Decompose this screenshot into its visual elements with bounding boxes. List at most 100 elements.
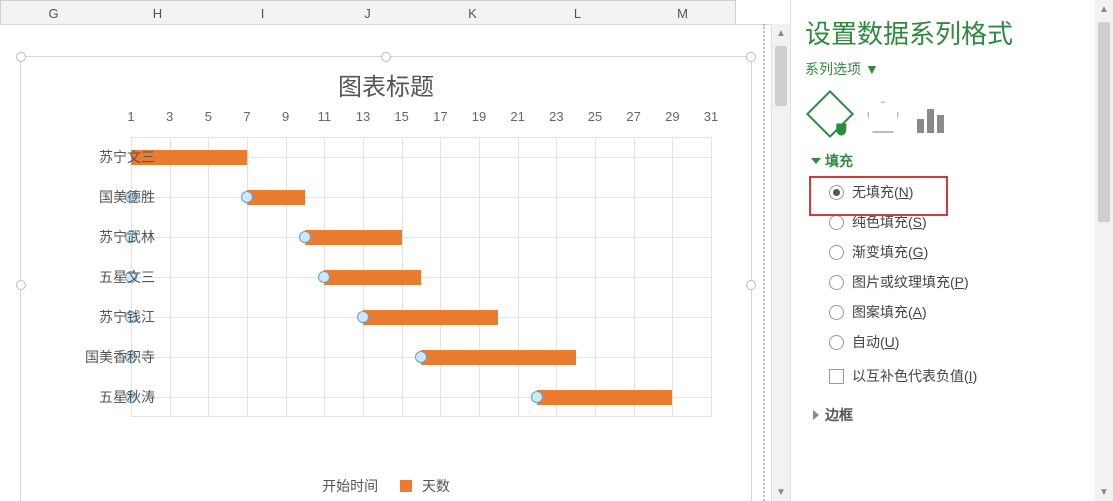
bar-segment[interactable] — [324, 270, 421, 285]
category-label: 苏宁钱江 — [25, 307, 155, 327]
resize-handle[interactable] — [746, 52, 756, 62]
x-tick: 5 — [205, 109, 212, 124]
scroll-up-icon[interactable]: ▲ — [1095, 0, 1113, 18]
legend-swatch — [400, 480, 412, 492]
worksheet-area[interactable]: 图表标题 135791113151719212325272931 苏宁文三国美德… — [0, 24, 780, 500]
series-options-tab-icon[interactable] — [917, 109, 944, 133]
bar-segment[interactable] — [247, 190, 305, 205]
scroll-thumb[interactable] — [775, 46, 787, 106]
x-tick: 3 — [166, 109, 173, 124]
grid-line — [131, 197, 711, 198]
resize-handle[interactable] — [381, 52, 391, 62]
x-axis[interactable]: 135791113151719212325272931 — [131, 109, 711, 133]
category-label: 五星文三 — [25, 267, 155, 287]
resize-handle[interactable] — [16, 52, 26, 62]
bar-segment[interactable] — [537, 390, 672, 405]
bar-segment[interactable] — [305, 230, 402, 245]
checkbox-icon — [829, 369, 844, 384]
legend-item-label: 天数 — [422, 478, 450, 494]
scroll-down-icon[interactable]: ▼ — [772, 483, 790, 501]
radio-icon — [829, 245, 844, 260]
x-tick: 13 — [356, 109, 370, 124]
grid-line — [131, 277, 711, 278]
resize-handle[interactable] — [746, 280, 756, 290]
category-label: 苏宁文三 — [25, 147, 155, 167]
fill-option-label: 图案填充(A) — [852, 302, 927, 322]
category-label: 国美香积寺 — [25, 347, 155, 367]
grid-line — [711, 137, 712, 417]
column-header[interactable]: L — [525, 0, 631, 26]
column-header[interactable]: K — [420, 0, 526, 26]
chart-title[interactable]: 图表标题 — [21, 67, 751, 102]
x-tick: 11 — [318, 109, 332, 124]
fill-option-label: 自动(U) — [852, 332, 899, 352]
chart-container[interactable]: 图表标题 135791113151719212325272931 苏宁文三国美德… — [20, 56, 752, 501]
invert-negative-checkbox[interactable]: 以互补色代表负值(I) — [829, 361, 1099, 391]
x-tick: 17 — [433, 109, 447, 124]
column-header[interactable]: M — [630, 0, 736, 26]
fill-option-label: 渐变填充(G) — [852, 242, 928, 262]
scroll-down-icon[interactable]: ▼ — [1095, 483, 1113, 501]
series-marker[interactable] — [357, 311, 369, 323]
x-tick: 31 — [704, 109, 718, 124]
series-marker[interactable] — [318, 271, 330, 283]
x-tick: 25 — [588, 109, 602, 124]
worksheet-vertical-scrollbar[interactable]: ▲ ▼ — [771, 24, 790, 501]
radio-icon — [829, 275, 844, 290]
series-marker[interactable] — [241, 191, 253, 203]
scroll-up-icon[interactable]: ▲ — [772, 24, 790, 42]
chevron-down-icon: ▼ — [865, 61, 879, 77]
x-tick: 23 — [549, 109, 563, 124]
column-header[interactable]: G — [0, 0, 107, 26]
radio-icon — [829, 335, 844, 350]
app-root: GHIJKLM 图表标题 135791113151719212325272931… — [0, 0, 1113, 501]
x-tick: 1 — [127, 109, 134, 124]
grid-line — [131, 237, 711, 238]
series-marker[interactable] — [415, 351, 427, 363]
fill-option[interactable]: 图片或纹理填充(P) — [829, 267, 1099, 297]
radio-icon — [829, 215, 844, 230]
highlight-box — [809, 176, 948, 216]
effects-tab-icon[interactable] — [867, 101, 899, 133]
category-label: 苏宁武林 — [25, 227, 155, 247]
series-marker[interactable] — [299, 231, 311, 243]
pane-tab-icons — [811, 95, 1099, 133]
invert-label: 以互补色代表负值(I) — [852, 366, 977, 386]
plot-area[interactable] — [131, 137, 711, 417]
fill-option[interactable]: 自动(U) — [829, 327, 1099, 357]
x-tick: 7 — [243, 109, 250, 124]
fill-section-header[interactable]: 填充 — [813, 151, 1099, 171]
scroll-thumb[interactable] — [1098, 22, 1110, 222]
fill-line-tab-icon[interactable] — [811, 95, 849, 133]
column-header[interactable]: J — [315, 0, 421, 26]
expand-icon — [813, 410, 819, 420]
category-label: 五星秋涛 — [25, 387, 155, 407]
x-tick: 29 — [665, 109, 679, 124]
bar-segment[interactable] — [421, 350, 576, 365]
chart-legend[interactable]: 开始时间 天数 — [21, 476, 751, 496]
border-section-label: 边框 — [825, 405, 853, 425]
x-tick: 19 — [472, 109, 486, 124]
column-header[interactable]: H — [105, 0, 211, 26]
x-tick: 9 — [282, 109, 289, 124]
bar-segment[interactable] — [363, 310, 498, 325]
border-section-header[interactable]: 边框 — [813, 405, 1099, 425]
collapse-icon — [811, 158, 821, 164]
legend-item-label: 开始时间 — [322, 478, 378, 494]
fill-option-label: 图片或纹理填充(P) — [852, 272, 969, 292]
series-options-dropdown[interactable]: 系列选项 ▼ — [805, 59, 1099, 79]
fill-section-label: 填充 — [825, 151, 853, 171]
series-options-label: 系列选项 — [805, 59, 861, 79]
format-data-series-pane: 设置数据系列格式 系列选项 ▼ 填充 无填充(N)纯色填充(S)渐变填充(G)图… — [790, 0, 1113, 501]
fill-option[interactable]: 渐变填充(G) — [829, 237, 1099, 267]
x-tick: 27 — [626, 109, 640, 124]
x-tick: 21 — [510, 109, 524, 124]
grid-line — [0, 24, 780, 25]
pane-title: 设置数据系列格式 — [805, 14, 1099, 51]
category-label: 国美德胜 — [25, 187, 155, 207]
series-marker[interactable] — [531, 391, 543, 403]
column-header[interactable]: I — [210, 0, 316, 26]
pane-vertical-scrollbar[interactable]: ▲ ▼ — [1095, 0, 1113, 501]
radio-icon — [829, 305, 844, 320]
fill-option[interactable]: 图案填充(A) — [829, 297, 1099, 327]
